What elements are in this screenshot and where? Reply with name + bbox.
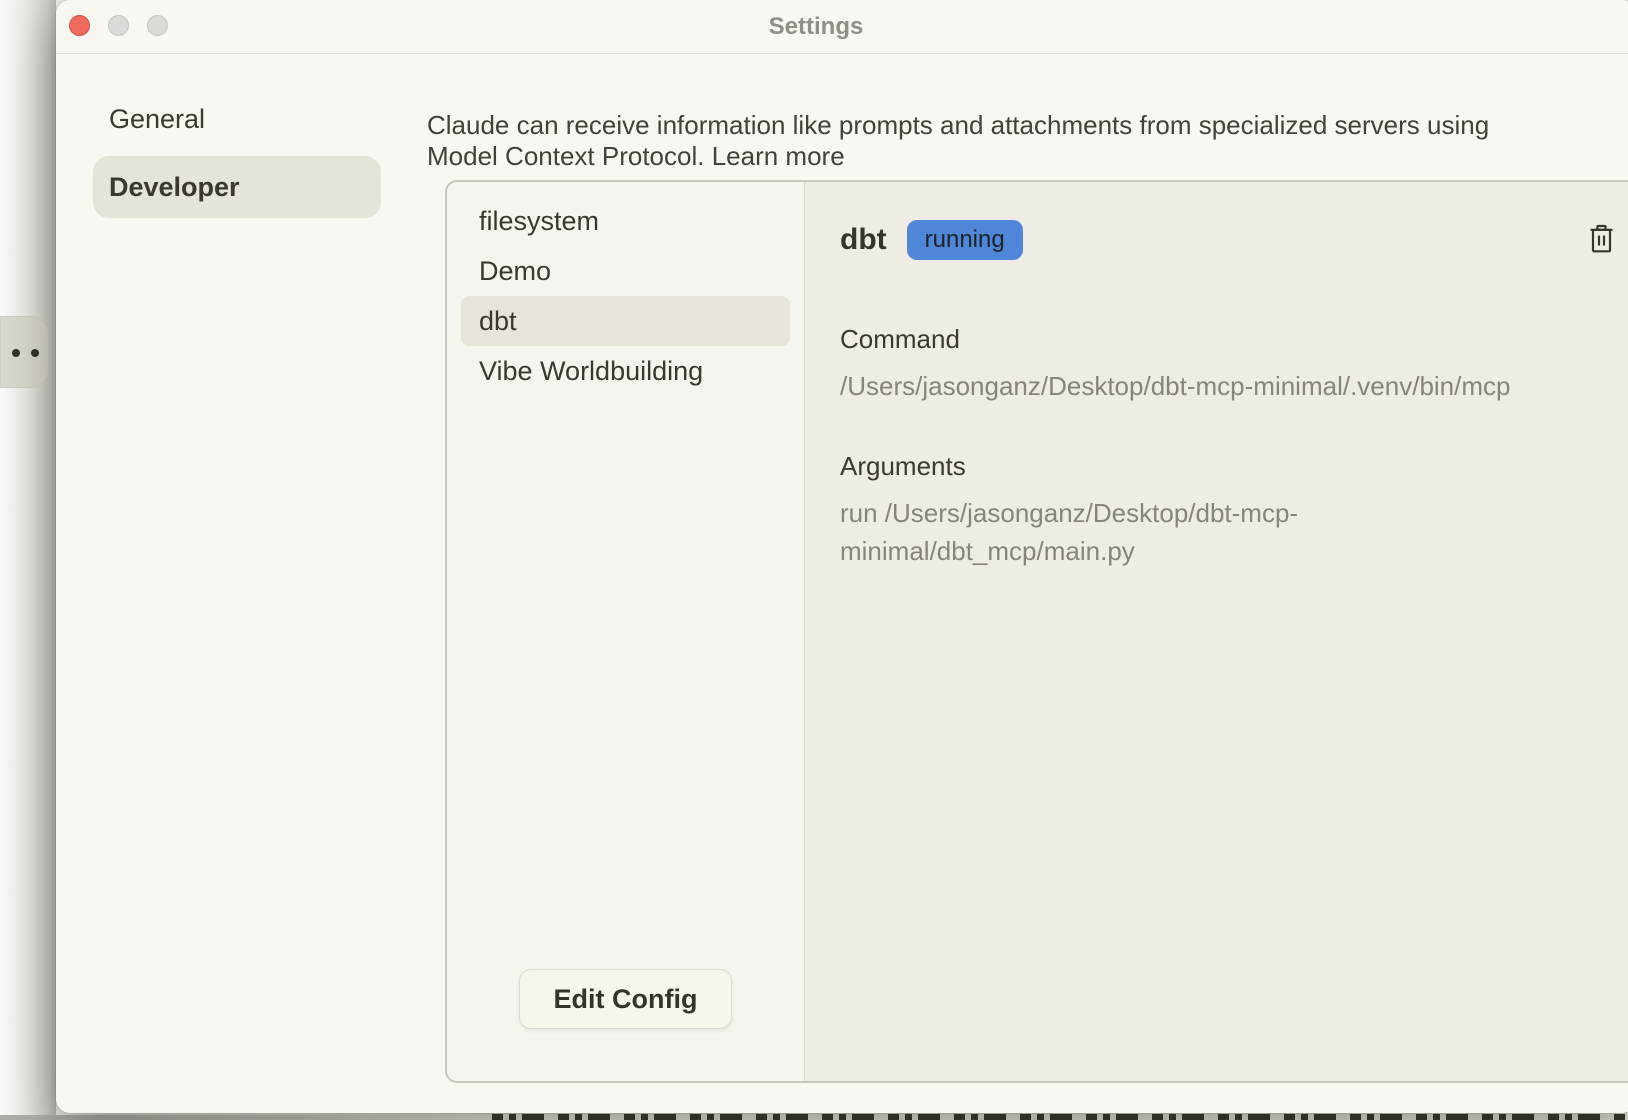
sidebar-item-general[interactable]: General xyxy=(93,88,381,150)
server-detail-pane: dbt running Command /Users/jaso xyxy=(804,182,1628,1081)
server-item-vibe-worldbuilding[interactable]: Vibe Worldbuilding xyxy=(461,346,790,396)
titlebar[interactable]: Settings xyxy=(56,0,1628,54)
arguments-label: Arguments xyxy=(840,451,1616,482)
window-shadow xyxy=(0,1115,490,1120)
mcp-servers-panel: filesystem Demo dbt Vibe Worldbuilding E… xyxy=(445,180,1628,1083)
delete-server-button[interactable] xyxy=(1587,222,1616,259)
server-item-demo[interactable]: Demo xyxy=(461,246,790,296)
edit-config-button[interactable]: Edit Config xyxy=(519,969,733,1029)
window-title: Settings xyxy=(56,0,1576,53)
zoom-button[interactable] xyxy=(147,15,168,36)
clipped-background-text xyxy=(492,1114,1628,1120)
command-label: Command xyxy=(840,324,1616,355)
background-window-edge xyxy=(0,0,56,1120)
sidebar-item-developer[interactable]: Developer xyxy=(93,156,381,218)
server-detail-header: dbt running xyxy=(840,220,1616,260)
trash-icon xyxy=(1589,242,1614,257)
learn-more-link[interactable]: Learn more xyxy=(712,141,845,171)
server-item-filesystem[interactable]: filesystem xyxy=(461,196,790,246)
server-list: filesystem Demo dbt Vibe Worldbuilding E… xyxy=(447,182,804,1081)
status-badge: running xyxy=(907,220,1023,260)
server-item-dbt[interactable]: dbt xyxy=(461,296,790,346)
background-ellipsis-button[interactable] xyxy=(0,316,49,388)
server-name: dbt xyxy=(840,223,887,257)
ellipsis-dot-icon xyxy=(31,349,39,357)
description-text: Claude can receive information like prom… xyxy=(427,110,1489,171)
ellipsis-dot-icon xyxy=(12,349,20,357)
command-value: /Users/jasonganz/Desktop/dbt-mcp-minimal… xyxy=(840,367,1616,405)
settings-sidebar: General Developer xyxy=(93,88,381,224)
settings-window: Settings General Developer Claude can re… xyxy=(56,0,1628,1113)
close-button[interactable] xyxy=(69,15,90,36)
minimize-button[interactable] xyxy=(108,15,129,36)
arguments-value: run /Users/jasonganz/Desktop/dbt-mcp-min… xyxy=(840,494,1332,570)
mcp-description: Claude can receive information like prom… xyxy=(427,110,1557,172)
